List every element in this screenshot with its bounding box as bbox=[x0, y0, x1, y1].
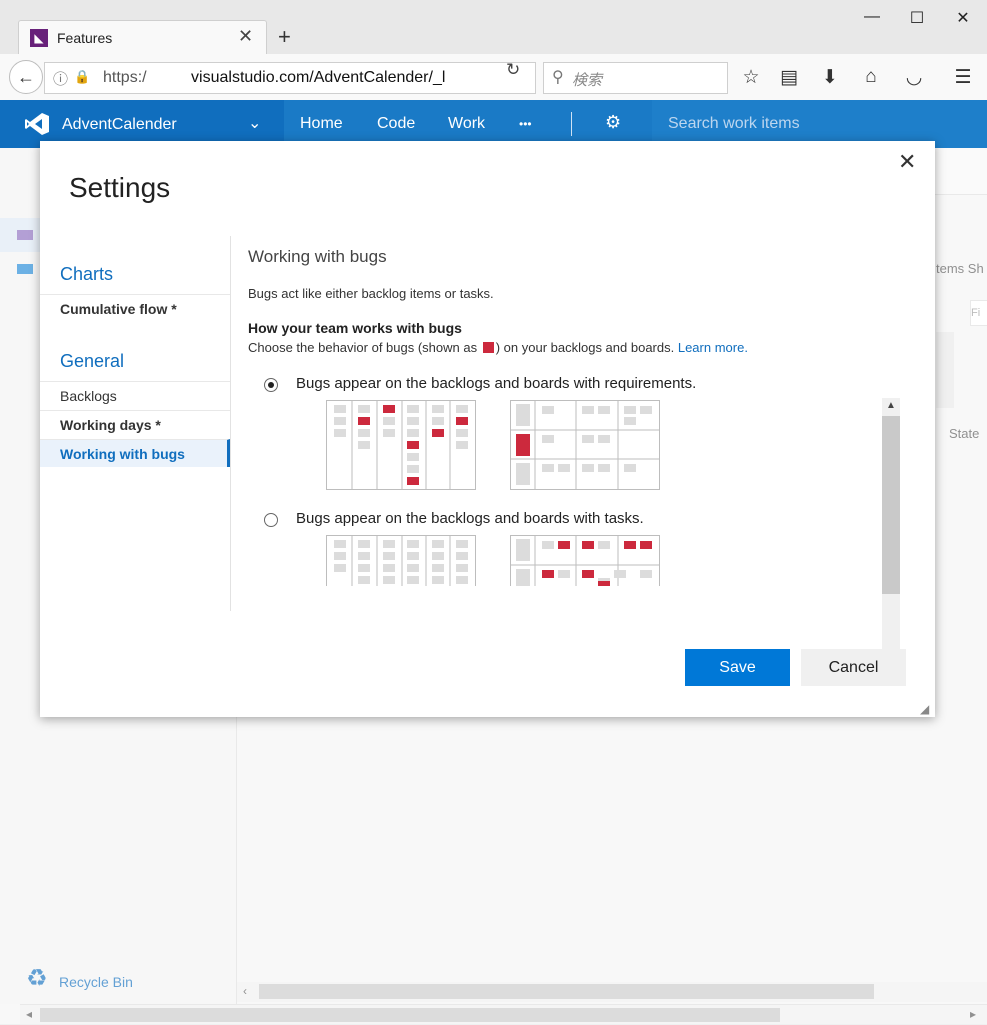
project-dropdown-chevron-icon[interactable]: ⌄ bbox=[248, 113, 261, 133]
visual-studio-logo-icon: ◣ bbox=[30, 29, 48, 47]
content-subheading: How your team works with bugs bbox=[248, 320, 462, 336]
bug-swatch-icon bbox=[482, 342, 494, 353]
learn-more-link[interactable]: Learn more. bbox=[678, 340, 748, 355]
requirements-backlog-illustration bbox=[326, 400, 476, 490]
settings-sidebar: Charts Cumulative flow * General Backlog… bbox=[40, 236, 231, 611]
bookmark-star-icon[interactable]: ☆ bbox=[738, 66, 764, 89]
dialog-title: Settings bbox=[69, 172, 171, 203]
pocket-icon[interactable]: ◡ bbox=[901, 66, 927, 89]
url-text: https:/ visualstudio.com/AdventCalender/… bbox=[103, 69, 446, 86]
sidebar-item-working-with-bugs[interactable]: Working with bugs bbox=[40, 439, 230, 467]
hamburger-menu-icon[interactable]: ☰ bbox=[950, 66, 976, 89]
project-name[interactable]: AdventCalender bbox=[62, 116, 177, 134]
tasks-backlog-illustration bbox=[326, 535, 476, 586]
close-window-icon[interactable]: ✕ bbox=[943, 8, 983, 28]
settings-dialog: Settings ✕ Charts Cumulative flow * Gene… bbox=[40, 141, 935, 717]
navigation-toolbar: ← ⓘ 🔒 https:/ visualstudio.com/AdventCal… bbox=[0, 54, 987, 101]
address-bar[interactable]: ⓘ 🔒 https:/ visualstudio.com/AdventCalen… bbox=[44, 62, 536, 94]
close-icon[interactable]: ✕ bbox=[898, 149, 916, 175]
settings-content: Working with bugs Bugs act like either b… bbox=[248, 236, 902, 680]
lock-icon: 🔒 bbox=[74, 69, 91, 84]
options-scroll-area: Bugs appear on the backlogs and boards w… bbox=[248, 370, 880, 586]
resize-grip-icon[interactable]: ◢ bbox=[920, 702, 929, 716]
new-tab-icon[interactable]: + bbox=[278, 24, 291, 50]
home-icon[interactable]: ⌂ bbox=[858, 66, 884, 88]
nav-divider bbox=[571, 112, 572, 136]
scroll-thumb[interactable] bbox=[882, 416, 900, 594]
nav-code[interactable]: Code bbox=[377, 115, 415, 133]
sidebar-item-cumulative-flow[interactable]: Cumulative flow * bbox=[40, 294, 230, 322]
content-instructions: Choose the behavior of bugs (shown as ) … bbox=[248, 340, 748, 355]
gear-icon[interactable]: ⚙ bbox=[605, 112, 621, 133]
nav-work[interactable]: Work bbox=[448, 115, 485, 133]
more-icon[interactable]: ••• bbox=[519, 117, 532, 131]
tasks-board-illustration bbox=[510, 535, 660, 586]
save-button[interactable]: Save bbox=[685, 649, 790, 686]
options-vertical-scrollbar[interactable]: ▲ ▼ bbox=[882, 398, 900, 680]
scroll-up-icon[interactable]: ▲ bbox=[886, 400, 896, 411]
close-tab-icon[interactable]: ✕ bbox=[238, 26, 253, 47]
content-description: Bugs act like either backlog items or ta… bbox=[248, 286, 494, 301]
minimize-icon[interactable]: — bbox=[852, 8, 892, 26]
reload-icon[interactable]: ↻ bbox=[506, 60, 520, 80]
browser-search-box[interactable]: ⚲ 検索 bbox=[543, 62, 728, 94]
sidebar-item-backlogs[interactable]: Backlogs bbox=[40, 381, 230, 409]
maximize-icon[interactable]: ☐ bbox=[897, 8, 937, 28]
browser-tab[interactable]: ◣ Features ✕ bbox=[18, 20, 267, 55]
option-tasks-label[interactable]: Bugs appear on the backlogs and boards w… bbox=[296, 510, 644, 527]
info-icon[interactable]: ⓘ bbox=[53, 68, 68, 89]
tab-title: Features bbox=[57, 30, 113, 46]
search-work-items-placeholder: Search work items bbox=[668, 115, 800, 132]
option-requirements-label[interactable]: Bugs appear on the backlogs and boards w… bbox=[296, 375, 696, 392]
reading-list-icon[interactable]: ▤ bbox=[776, 66, 802, 89]
sidebar-item-working-days[interactable]: Working days * bbox=[40, 410, 230, 438]
content-heading: Working with bugs bbox=[248, 247, 387, 266]
browser-search-placeholder: 検索 bbox=[572, 72, 603, 89]
section-heading-general: General bbox=[60, 351, 125, 371]
search-icon: ⚲ bbox=[552, 69, 564, 86]
section-heading-charts: Charts bbox=[60, 264, 114, 284]
download-icon[interactable]: ⬇ bbox=[817, 66, 843, 89]
back-arrow-icon[interactable]: ← bbox=[9, 60, 43, 94]
browser-tab-strip: ◣ Features ✕ + — ☐ ✕ bbox=[0, 0, 987, 55]
requirements-board-illustration bbox=[510, 400, 660, 490]
nav-home[interactable]: Home bbox=[300, 115, 343, 133]
radio-requirements[interactable] bbox=[264, 378, 278, 392]
visual-studio-icon[interactable] bbox=[24, 112, 50, 136]
cancel-button[interactable]: Cancel bbox=[801, 649, 906, 686]
radio-tasks[interactable] bbox=[264, 513, 278, 527]
